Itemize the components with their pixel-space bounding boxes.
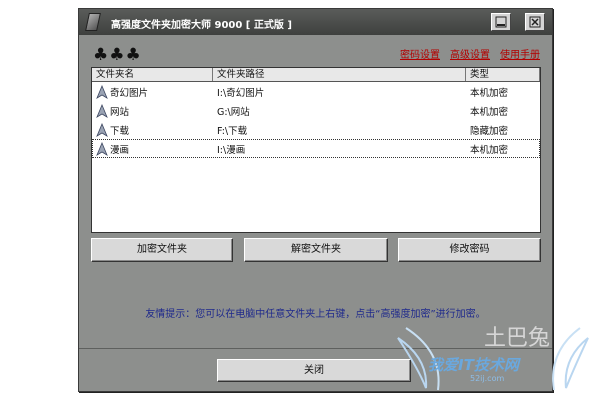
main-window: 高强度文件夹加密大师 9000 [ 正式版 ] ♣♣♣ 密码设置 高级设置 使用…	[78, 8, 553, 392]
tip-text: 友情提示：您可以在电脑中任意文件夹上右键，点击“高强度加密”进行加密。	[145, 309, 486, 320]
list-item[interactable]: 网站 G:\网站 本机加密	[92, 101, 540, 120]
folder-path: I:\奇幻图片	[217, 87, 265, 99]
list-header: 文件夹名 文件夹路径 类型	[92, 68, 540, 82]
advanced-settings-link[interactable]: 高级设置	[450, 46, 490, 61]
minimize-button[interactable]	[491, 13, 511, 31]
folder-type: 本机加密	[470, 144, 509, 156]
list-item[interactable]: 奇幻图片 I:\奇幻图片 本机加密	[92, 82, 540, 101]
folder-lock-icon	[96, 122, 108, 137]
folder-lock-icon	[96, 84, 108, 99]
column-header-path[interactable]: 文件夹路径	[213, 68, 466, 81]
folder-path: F:\下载	[217, 125, 248, 137]
top-links: 密码设置 高级设置 使用手册	[400, 46, 540, 61]
close-window-button[interactable]	[525, 13, 545, 31]
window-title: 高强度文件夹加密大师 9000 [ 正式版 ]	[111, 20, 292, 31]
folder-path: I:\漫画	[217, 144, 246, 156]
folder-name: 下载	[110, 125, 130, 137]
folder-path: G:\网站	[217, 106, 250, 118]
decrypt-folder-button[interactable]: 解密文件夹	[244, 238, 388, 262]
folder-type: 隐藏加密	[470, 125, 509, 137]
folder-type: 本机加密	[470, 87, 509, 99]
change-password-button[interactable]: 修改密码	[398, 238, 541, 262]
close-button[interactable]: 关闭	[217, 359, 411, 382]
user-manual-link[interactable]: 使用手册	[500, 46, 540, 61]
folder-type: 本机加密	[470, 106, 509, 118]
list-item[interactable]: 下载 F:\下载 隐藏加密	[92, 120, 540, 139]
folder-name: 奇幻图片	[110, 87, 149, 99]
logo-clubs-icon: ♣♣♣	[93, 45, 142, 65]
folder-name: 漫画	[110, 144, 130, 156]
app-icon	[85, 13, 101, 31]
folder-lock-icon	[96, 103, 108, 118]
column-header-name[interactable]: 文件夹名	[92, 68, 213, 81]
folder-name: 网站	[110, 106, 130, 118]
minimize-icon	[495, 16, 507, 28]
action-buttons: 加密文件夹 解密文件夹 修改密码	[91, 238, 541, 262]
column-header-type[interactable]: 类型	[466, 68, 540, 81]
divider	[79, 348, 552, 349]
close-icon	[529, 16, 541, 28]
list-item-selected[interactable]: 漫画 I:\漫画 本机加密	[92, 139, 540, 158]
encrypt-folder-button[interactable]: 加密文件夹	[91, 238, 233, 262]
folder-lock-icon	[96, 141, 108, 156]
title-bar[interactable]: 高强度文件夹加密大师 9000 [ 正式版 ]	[79, 9, 552, 35]
password-settings-link[interactable]: 密码设置	[400, 46, 440, 61]
folder-list[interactable]: 文件夹名 文件夹路径 类型 奇幻图片 I:\奇幻图片 本机加密 网站 G:\网站	[91, 67, 541, 233]
